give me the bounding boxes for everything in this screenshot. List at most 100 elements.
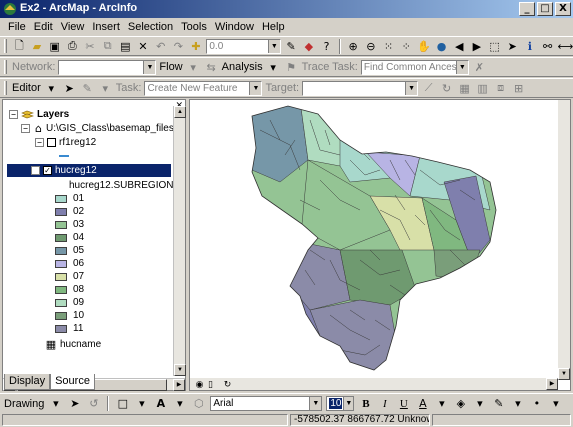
scroll-right-icon[interactable]: ▶ <box>173 379 185 391</box>
menu-tools[interactable]: Tools <box>177 21 211 33</box>
legend-item[interactable]: 02 <box>55 205 84 218</box>
edit-tool-icon[interactable]: ➤ <box>62 81 77 96</box>
cut-icon[interactable]: ✂ <box>83 39 98 54</box>
flag-icon[interactable]: ⚑ <box>284 60 299 75</box>
collapse-icon[interactable]: − <box>31 166 40 175</box>
full-extent-globe-icon[interactable]: ● <box>434 39 449 54</box>
add-data-icon[interactable]: ✚ <box>189 39 204 54</box>
legend-item[interactable]: 11 <box>55 322 83 335</box>
menu-insert[interactable]: Insert <box>88 21 124 33</box>
legend-item[interactable]: 03 <box>55 218 84 231</box>
sketch-properties-icon[interactable]: ▥ <box>475 81 490 96</box>
copy-icon[interactable]: ⧉ <box>100 39 115 54</box>
zoom-out-icon[interactable]: ⊖ <box>364 39 379 54</box>
solve-icon[interactable]: ✗ <box>472 60 487 75</box>
task-combo[interactable]: Create New Feature ▼ <box>144 80 263 96</box>
editor-menu-arrow-icon[interactable]: ▾ <box>44 81 59 96</box>
measure-icon[interactable]: ⟷ <box>558 39 573 54</box>
marker-color-arrow-icon[interactable]: ▾ <box>548 396 563 411</box>
legend-item[interactable]: 08 <box>55 283 84 296</box>
rectangle-icon[interactable]: □ <box>115 396 130 411</box>
refresh-icon[interactable]: ↻ <box>220 377 235 392</box>
analysis-arrow-icon[interactable]: ▾ <box>266 60 281 75</box>
select-elements-icon[interactable]: ➤ <box>67 396 82 411</box>
legend-item[interactable]: 06 <box>55 257 84 270</box>
legend-item[interactable]: 05 <box>55 244 84 257</box>
font-color-arrow-icon[interactable]: ▾ <box>434 396 449 411</box>
fixed-zoom-in-icon[interactable]: ⁙ <box>381 39 396 54</box>
flow-menu[interactable]: Flow <box>159 61 182 73</box>
legend-swatch[interactable] <box>55 311 67 320</box>
map-vertical-scrollbar[interactable]: ▼ <box>558 100 570 380</box>
chevron-down-icon[interactable]: ▼ <box>143 60 156 74</box>
legend-swatch[interactable] <box>55 220 67 229</box>
menu-edit[interactable]: Edit <box>30 21 57 33</box>
flow-direction-icon[interactable]: ⇆ <box>204 60 219 75</box>
print-icon[interactable]: ⎙ <box>65 39 80 54</box>
zoom-in-icon[interactable]: ⊕ <box>346 39 361 54</box>
toc-root[interactable]: − Layers <box>9 108 69 121</box>
minimize-button[interactable]: _ <box>519 2 535 16</box>
scroll-right-icon[interactable]: ▶ <box>546 378 558 390</box>
legend-swatch[interactable] <box>55 259 67 268</box>
rotate-element-icon[interactable]: ↺ <box>86 396 101 411</box>
layer-visibility-checkbox[interactable]: ✓ <box>43 166 52 175</box>
toolbar-grip[interactable] <box>4 81 7 95</box>
drawing-menu-arrow-icon[interactable]: ▾ <box>48 396 63 411</box>
sketch-pencil-icon[interactable]: ✎ <box>80 81 95 96</box>
menu-selection[interactable]: Selection <box>124 21 177 33</box>
delete-icon[interactable]: ✕ <box>136 39 151 54</box>
layer-visibility-checkbox[interactable] <box>47 138 56 147</box>
menu-file[interactable]: File <box>4 21 30 33</box>
split-icon[interactable]: ⟋ <box>421 81 436 96</box>
select-features-icon[interactable]: ⬚ <box>487 39 502 54</box>
menu-view[interactable]: View <box>57 21 89 33</box>
italic-icon[interactable]: I <box>377 396 392 411</box>
toolbar-grip[interactable] <box>4 60 7 74</box>
text-tool-icon[interactable]: A <box>153 396 168 411</box>
line-color-arrow-icon[interactable]: ▾ <box>510 396 525 411</box>
menu-help[interactable]: Help <box>258 21 289 33</box>
text-arrow-icon[interactable]: ▾ <box>172 396 187 411</box>
legend-swatch[interactable] <box>55 194 67 203</box>
toolbar-grip[interactable] <box>4 39 7 53</box>
legend-swatch[interactable] <box>55 207 67 216</box>
error-inspector-icon[interactable]: ⊞ <box>511 81 526 96</box>
legend-item[interactable]: 10 <box>55 309 84 322</box>
table-hucname[interactable]: ▦ hucname <box>45 338 101 351</box>
maximize-button[interactable]: □ <box>537 2 553 16</box>
chevron-down-icon[interactable]: ▼ <box>343 397 354 410</box>
legend-item[interactable]: 01 <box>55 192 84 205</box>
legend-item[interactable]: 04 <box>55 231 84 244</box>
chevron-down-icon[interactable]: ▼ <box>249 81 262 95</box>
legend-swatch[interactable] <box>55 272 67 281</box>
forward-extent-icon[interactable]: ▶ <box>470 39 485 54</box>
map-display[interactable]: ▼ ◉ ▯ ↻ ▶ <box>189 99 571 391</box>
map-horizontal-scrollbar[interactable]: ◉ ▯ ↻ ▶ <box>190 378 558 390</box>
paste-icon[interactable]: ▤ <box>118 39 133 54</box>
tab-display[interactable]: Display <box>4 374 51 390</box>
legend-swatch[interactable] <box>55 324 67 333</box>
new-document-icon[interactable]: 🗋 <box>12 39 27 54</box>
chevron-down-icon[interactable]: ▼ <box>405 81 418 95</box>
layout-view-icon[interactable]: ▯ <box>203 377 218 392</box>
legend-swatch[interactable] <box>55 298 67 307</box>
collapse-icon[interactable]: − <box>35 138 44 147</box>
legend-item[interactable]: 07 <box>55 270 84 283</box>
back-extent-icon[interactable]: ◀ <box>452 39 467 54</box>
whats-this-help-icon[interactable]: ? <box>319 39 334 54</box>
flow-arrow-icon[interactable]: ▾ <box>186 60 201 75</box>
trace-task-combo[interactable]: Find Common Ancesto ▼ <box>360 59 469 75</box>
open-folder-icon[interactable]: ▰ <box>30 39 45 54</box>
editor-menu[interactable]: Editor <box>12 82 41 94</box>
map-scale-combo[interactable]: 0.0 ▼ <box>206 38 281 54</box>
legend-swatch[interactable] <box>55 285 67 294</box>
chevron-down-icon[interactable]: ▼ <box>455 60 468 74</box>
redo-icon[interactable]: ↷ <box>171 39 186 54</box>
rectangle-arrow-icon[interactable]: ▾ <box>134 396 149 411</box>
attributes-icon[interactable]: ▦ <box>457 81 472 96</box>
line-color-icon[interactable]: ✎ <box>491 396 506 411</box>
arctoolbox-icon[interactable]: ◆ <box>301 39 316 54</box>
fill-color-icon[interactable]: ◈ <box>453 396 468 411</box>
font-family-combo[interactable]: Arial ▼ <box>210 396 323 411</box>
